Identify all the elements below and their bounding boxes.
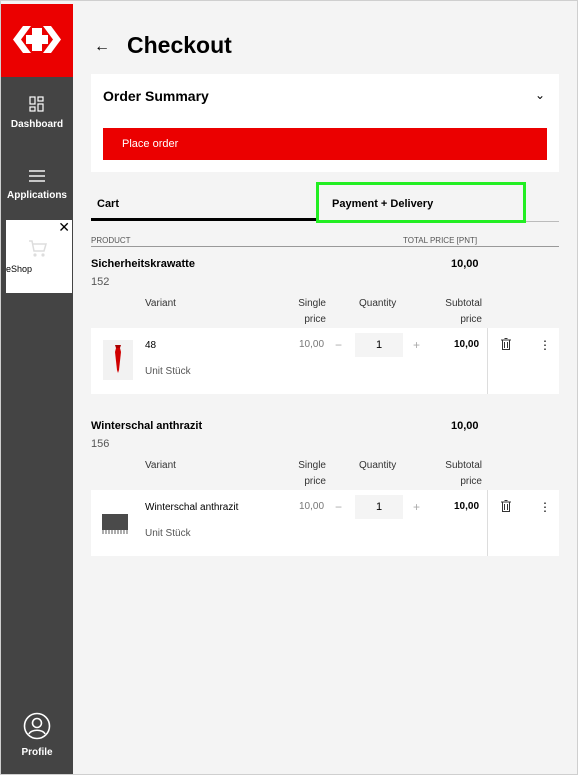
more-options-icon[interactable]: ⋮ [539,338,551,352]
chevron-down-icon[interactable]: ⌄ [535,88,545,102]
variant-header: Variant [145,460,176,471]
place-order-button[interactable]: Place order [103,128,547,160]
grey-scarf-image [100,502,130,542]
close-icon[interactable]: ✕ [58,220,70,234]
quantity-header: Quantity [359,298,397,309]
subtotal-header: Subtotal price [445,460,482,487]
variant-name: 48 [145,340,157,351]
sidebar-item-dashboard[interactable]: Dashboard [1,96,73,130]
trash-icon[interactable] [501,500,511,512]
quantity-input[interactable]: 1 [355,333,403,357]
order-summary-panel: Order Summary ⌄ Place order [91,74,559,172]
single-price: 10,00 [299,501,325,512]
sidebar-item-applications[interactable]: Applications [1,169,73,201]
sidebar: Dashboard Applications Profile [1,4,73,774]
product-number: 152 [91,276,110,288]
cart-item-row: Winterschal anthrazit Unit Stück 10,00 −… [91,490,559,556]
sidebar-item-label: Applications [6,190,67,201]
dashboard-icon [29,96,44,112]
single-price-header: Single price [298,460,326,487]
subtotal-header: Subtotal price [445,298,482,325]
sidebar-item-profile[interactable]: Profile [1,712,73,758]
sbb-logo[interactable] [1,4,73,77]
menu-icon [29,170,45,182]
open-app-eshop[interactable]: eShop ✕ [6,220,72,293]
row-divider [487,328,488,394]
product-total: 10,00 [451,258,479,270]
highlight-box [316,182,526,223]
product-number: 156 [91,438,110,450]
subtotal-price: 10,00 [454,501,480,512]
sidebar-item-label: Dashboard [10,119,64,130]
unit-label: Unit Stück [145,528,191,539]
decrement-button[interactable]: − [335,500,342,514]
decrement-button[interactable]: − [335,338,342,352]
single-price-header: Single price [298,298,326,325]
increment-button[interactable]: + [413,500,420,514]
more-options-icon[interactable]: ⋮ [539,500,551,514]
unit-label: Unit Stück [145,366,191,377]
subtotal-price: 10,00 [454,339,480,350]
cart-icon [29,240,47,257]
tab-active-indicator [91,218,316,221]
column-header-product: PRODUCT [91,236,131,245]
column-header-total: TOTAL PRICE [PNT] [403,236,478,245]
order-summary-title: Order Summary [103,88,209,104]
quantity-input[interactable]: 1 [355,495,403,519]
tab-cart[interactable]: Cart [97,198,119,210]
single-price: 10,00 [299,339,325,350]
product-total: 10,00 [451,420,479,432]
product-name: Winterschal anthrazit [91,420,203,432]
increment-button[interactable]: + [413,338,420,352]
cart-item-row: 48 Unit Stück 10,00 − 1 + 10,00 ⋮ [91,328,559,394]
open-app-label: eShop [6,264,33,274]
column-header-divider [91,246,559,247]
page-title: Checkout [127,32,232,58]
row-divider [487,490,488,556]
variant-header: Variant [145,298,176,309]
back-arrow-icon[interactable]: ← [94,38,110,56]
trash-icon[interactable] [501,338,511,350]
product-name: Sicherheitskrawatte [91,258,195,270]
red-tie-image [103,340,133,380]
variant-name: Winterschal anthrazit [145,502,239,513]
sidebar-item-label: Profile [21,747,53,758]
profile-icon [23,712,51,740]
quantity-header: Quantity [359,460,397,471]
